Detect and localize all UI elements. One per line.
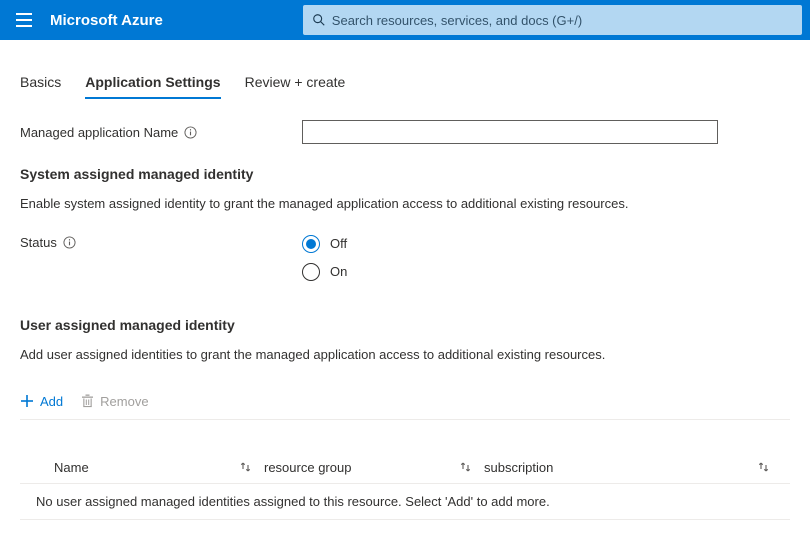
identity-table: Name resource group subs xyxy=(20,454,790,520)
user-identity-description: Add user assigned identities to grant th… xyxy=(20,347,790,364)
tab-bar: Basics Application Settings Review + cre… xyxy=(20,68,790,98)
identity-toolbar: Add Remove xyxy=(20,386,790,420)
search-icon xyxy=(312,13,326,27)
global-search[interactable] xyxy=(303,5,802,35)
system-identity-heading: System assigned managed identity xyxy=(20,166,790,182)
status-options: Off On xyxy=(302,235,790,281)
tab-review-create[interactable]: Review + create xyxy=(245,68,346,98)
col-name-label: Name xyxy=(54,460,89,475)
info-icon[interactable] xyxy=(184,126,197,139)
hamburger-icon xyxy=(16,13,32,27)
add-label: Add xyxy=(40,394,63,409)
column-header-resource-group[interactable]: resource group xyxy=(264,460,484,475)
radio-icon xyxy=(302,263,320,281)
info-icon[interactable] xyxy=(63,236,76,249)
status-label: Status xyxy=(20,235,57,250)
menu-button[interactable] xyxy=(0,0,48,40)
identity-table-header: Name resource group subs xyxy=(20,454,790,484)
system-identity-description: Enable system assigned identity to grant… xyxy=(20,196,790,213)
main-content: Basics Application Settings Review + cre… xyxy=(0,40,810,550)
managed-app-name-label-col: Managed application Name xyxy=(20,125,302,140)
search-input[interactable] xyxy=(332,13,793,28)
managed-app-name-input[interactable] xyxy=(302,120,718,144)
tab-application-settings[interactable]: Application Settings xyxy=(85,68,220,98)
add-identity-button[interactable]: Add xyxy=(20,394,63,409)
sort-icon xyxy=(460,461,472,473)
col-sub-label: subscription xyxy=(484,460,553,475)
tab-basics[interactable]: Basics xyxy=(20,68,61,98)
status-off-label: Off xyxy=(330,236,347,251)
radio-icon xyxy=(302,235,320,253)
managed-app-name-input-col xyxy=(302,120,790,144)
status-radio-on[interactable]: On xyxy=(302,263,790,281)
search-wrap xyxy=(193,5,810,35)
managed-app-name-label: Managed application Name xyxy=(20,125,178,140)
user-identity-heading: User assigned managed identity xyxy=(20,317,790,333)
plus-icon xyxy=(20,394,34,408)
trash-icon xyxy=(81,394,94,408)
remove-label: Remove xyxy=(100,394,148,409)
status-label-col: Status xyxy=(20,235,302,250)
column-header-subscription[interactable]: subscription xyxy=(484,460,782,475)
brand-label: Microsoft Azure xyxy=(50,12,163,29)
status-radio-off[interactable]: Off xyxy=(302,235,790,253)
col-rg-label: resource group xyxy=(264,460,351,475)
column-header-name[interactable]: Name xyxy=(54,460,264,475)
top-header: Microsoft Azure xyxy=(0,0,810,40)
status-row: Status Off On xyxy=(20,235,790,281)
sort-icon xyxy=(240,461,252,473)
identity-table-empty-row: No user assigned managed identities assi… xyxy=(20,484,790,520)
sort-icon xyxy=(758,461,770,473)
managed-app-name-row: Managed application Name xyxy=(20,120,790,144)
remove-identity-button: Remove xyxy=(81,394,148,409)
status-on-label: On xyxy=(330,264,347,279)
